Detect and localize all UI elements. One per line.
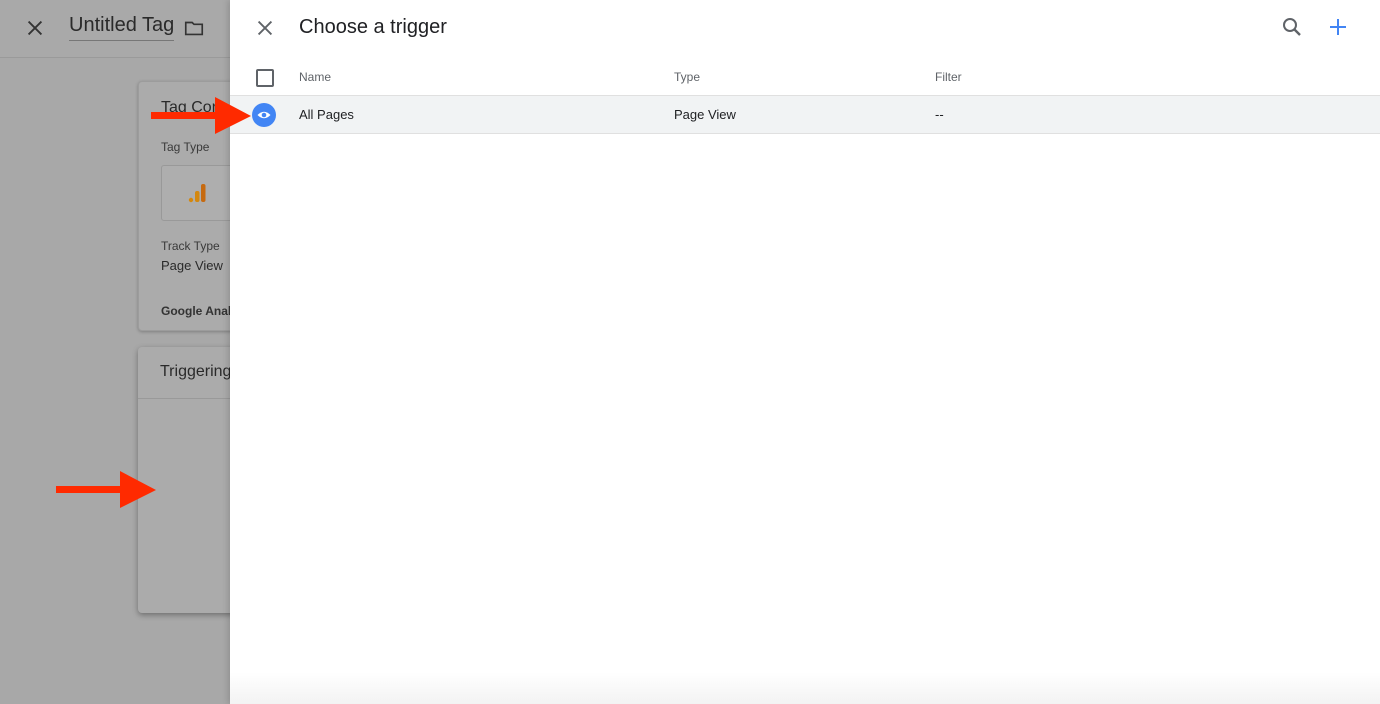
panel-title: Choose a trigger [299, 16, 447, 38]
folder-icon[interactable] [183, 17, 205, 39]
annotation-arrow-icon [151, 97, 251, 134]
bottom-fade [230, 672, 1380, 704]
trigger-filter: -- [935, 107, 944, 122]
column-header-type[interactable]: Type [674, 70, 700, 84]
table-row[interactable]: All Pages Page View -- [230, 96, 1380, 134]
tag-type-tile[interactable] [161, 165, 230, 221]
choose-trigger-panel: Choose a trigger Name Type Filter All Pa… [230, 0, 1380, 704]
column-header-name[interactable]: Name [299, 70, 331, 84]
triggering-title: Triggering [160, 363, 230, 380]
close-icon[interactable] [24, 17, 46, 39]
close-icon[interactable] [254, 17, 276, 39]
annotation-arrow-icon [56, 471, 156, 508]
tag-name[interactable]: Untitled Tag [69, 14, 175, 41]
tag-type-label: Tag Type [161, 140, 210, 154]
select-all-checkbox[interactable] [256, 69, 274, 87]
trigger-name[interactable]: All Pages [299, 107, 354, 122]
add-icon[interactable] [1326, 15, 1350, 39]
search-icon[interactable] [1280, 15, 1304, 39]
divider [138, 398, 230, 399]
track-type-value: Page View [161, 258, 223, 273]
eye-icon[interactable] [252, 103, 276, 127]
trigger-type: Page View [674, 107, 736, 122]
analytics-icon [188, 184, 206, 203]
google-analytics-label: Google Anal [161, 304, 230, 318]
track-type-label: Track Type [161, 239, 220, 253]
column-header-filter[interactable]: Filter [935, 70, 962, 84]
tag-editor-header: Untitled Tag [0, 0, 230, 58]
